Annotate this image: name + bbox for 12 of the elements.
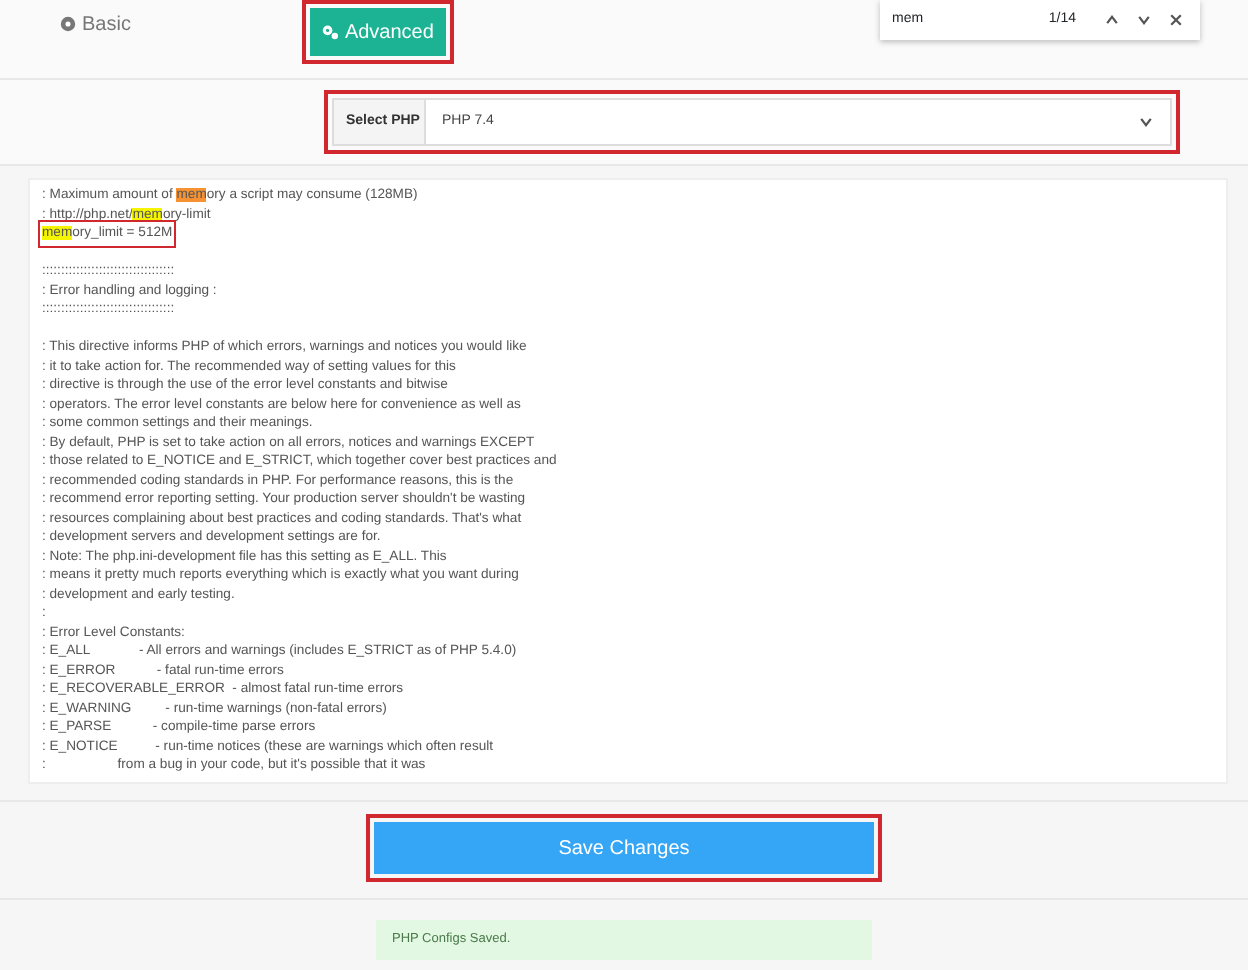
chevron-down-icon xyxy=(1138,114,1154,130)
next-match-button[interactable] xyxy=(1132,12,1156,28)
save-changes-button[interactable]: Save Changes xyxy=(374,821,874,873)
close-icon xyxy=(1168,12,1184,28)
tab[interactable]: Basic xyxy=(48,0,143,48)
settings-icon xyxy=(60,16,76,32)
down-chevron-icon xyxy=(1136,12,1152,28)
up-chevron-icon xyxy=(1104,12,1120,28)
config-editor[interactable] xyxy=(28,178,1228,783)
previous-match-button[interactable] xyxy=(1100,12,1124,28)
gears-icon xyxy=(322,24,339,40)
tab[interactable]: Advanced xyxy=(310,8,446,56)
